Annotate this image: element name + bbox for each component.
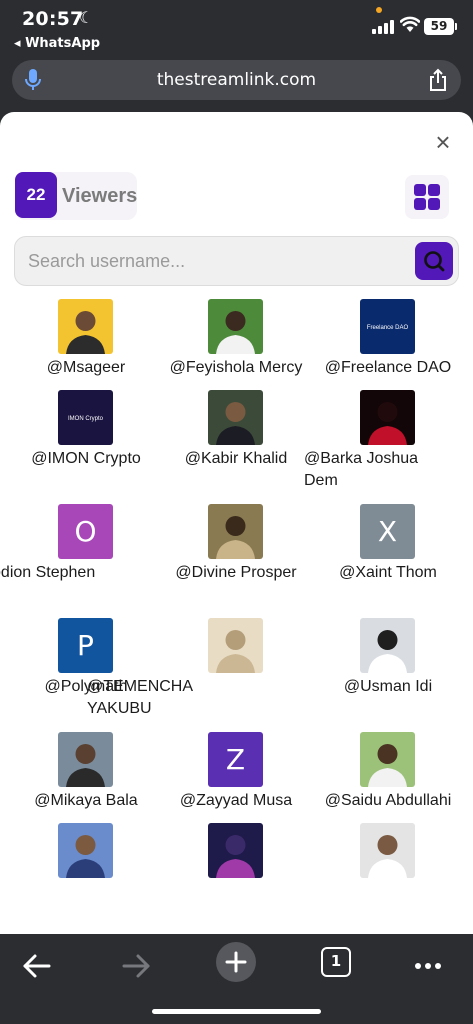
privacy-indicator-icon bbox=[376, 7, 382, 13]
grid-view-button[interactable] bbox=[405, 175, 449, 219]
profile-photo bbox=[216, 402, 255, 445]
viewer-username: @Omodion Stephen bbox=[0, 564, 96, 581]
tab-count: 1 bbox=[330, 952, 342, 970]
avatar bbox=[360, 732, 415, 787]
avatar bbox=[360, 618, 415, 673]
svg-text:Freelance DAO: Freelance DAO bbox=[367, 325, 409, 331]
status-bar: 20:57 ☾ ◂ WhatsApp 59 bbox=[0, 0, 473, 56]
viewer-username: @Mikaya Bala bbox=[34, 792, 138, 809]
forward-arrow-icon[interactable] bbox=[116, 946, 156, 986]
viewer-username: @Divine Prosper bbox=[175, 564, 297, 581]
avatar bbox=[208, 504, 263, 559]
profile-photo bbox=[368, 835, 407, 878]
viewer-username: @TEMENCHA YAKUBU bbox=[87, 678, 193, 717]
avatar: Z bbox=[208, 732, 263, 787]
avatar bbox=[58, 823, 113, 878]
viewer-count: 22 bbox=[15, 172, 57, 218]
url-text[interactable]: thestreamlink.com bbox=[12, 70, 461, 90]
battery-icon: 59 bbox=[424, 18, 457, 35]
profile-photo bbox=[368, 630, 407, 673]
profile-photo bbox=[216, 630, 255, 673]
close-icon[interactable]: × bbox=[432, 129, 454, 155]
search-bar bbox=[14, 236, 459, 286]
address-bar[interactable]: thestreamlink.com bbox=[12, 60, 461, 100]
avatar bbox=[208, 299, 263, 354]
tabs-button[interactable]: 1 bbox=[321, 947, 351, 977]
search-input[interactable] bbox=[28, 249, 408, 273]
avatar bbox=[208, 823, 263, 878]
viewer-username: @Freelance DAO bbox=[324, 359, 452, 376]
viewer-username: @Msageer bbox=[46, 359, 126, 376]
avatar-initial: O bbox=[74, 515, 97, 548]
profile-photo bbox=[216, 516, 255, 559]
avatar: P bbox=[58, 618, 113, 673]
search-icon bbox=[424, 251, 445, 272]
clock: 20:57 bbox=[22, 8, 84, 30]
search-button[interactable] bbox=[415, 242, 453, 280]
viewer-username: @Feyishola Mercy bbox=[169, 359, 303, 376]
viewers-counter: 22 Viewers bbox=[15, 172, 137, 220]
avatar: IMON Crypto bbox=[58, 390, 113, 445]
viewer-username: @Saidu Abdullahi bbox=[324, 792, 452, 809]
avatar bbox=[208, 390, 263, 445]
profile-photo bbox=[66, 835, 105, 878]
viewer-username: @Usman Idi bbox=[343, 678, 433, 695]
home-indicator[interactable] bbox=[152, 1009, 321, 1014]
avatar bbox=[360, 390, 415, 445]
avatar bbox=[208, 618, 263, 673]
viewer-username: @Xaint Thom bbox=[339, 564, 437, 581]
back-to-app-link[interactable]: ◂ WhatsApp bbox=[14, 36, 100, 51]
cellular-signal-icon bbox=[372, 18, 396, 34]
profile-photo bbox=[368, 402, 407, 445]
viewer-username: @IMON Crypto bbox=[31, 450, 141, 467]
wifi-icon bbox=[400, 16, 420, 32]
profile-photo bbox=[66, 744, 105, 787]
profile-photo bbox=[368, 744, 407, 787]
logo-image: Freelance DAO bbox=[367, 325, 409, 331]
avatar bbox=[58, 732, 113, 787]
viewers-label: Viewers bbox=[62, 185, 138, 207]
viewer-username: @Barka Joshua Dem bbox=[304, 450, 419, 489]
avatar: Freelance DAO bbox=[360, 299, 415, 354]
avatar: X bbox=[360, 504, 415, 559]
grid-icon bbox=[414, 184, 426, 196]
logo-image: IMON Crypto bbox=[68, 416, 104, 422]
avatar: O bbox=[58, 504, 113, 559]
avatar-initial: X bbox=[377, 515, 398, 548]
svg-text:IMON Crypto: IMON Crypto bbox=[68, 416, 104, 422]
share-icon[interactable] bbox=[427, 68, 449, 92]
profile-photo bbox=[216, 835, 255, 878]
avatar bbox=[58, 299, 113, 354]
back-arrow-icon[interactable] bbox=[17, 946, 57, 986]
viewer-username: @Zayyad Musa bbox=[179, 792, 293, 809]
profile-photo bbox=[66, 311, 105, 354]
more-options-icon[interactable] bbox=[408, 946, 448, 986]
viewers-panel: × 22 Viewers @Msageer @Feyishola Mercy Fre… bbox=[0, 112, 473, 934]
avatar bbox=[360, 823, 415, 878]
avatar-initial: P bbox=[77, 629, 94, 662]
avatar-initial: Z bbox=[225, 743, 246, 776]
viewer-username: @Kabir Khalid bbox=[184, 450, 288, 467]
new-tab-icon[interactable] bbox=[215, 941, 257, 983]
moon-icon: ☾ bbox=[79, 10, 94, 27]
profile-photo bbox=[216, 311, 255, 354]
